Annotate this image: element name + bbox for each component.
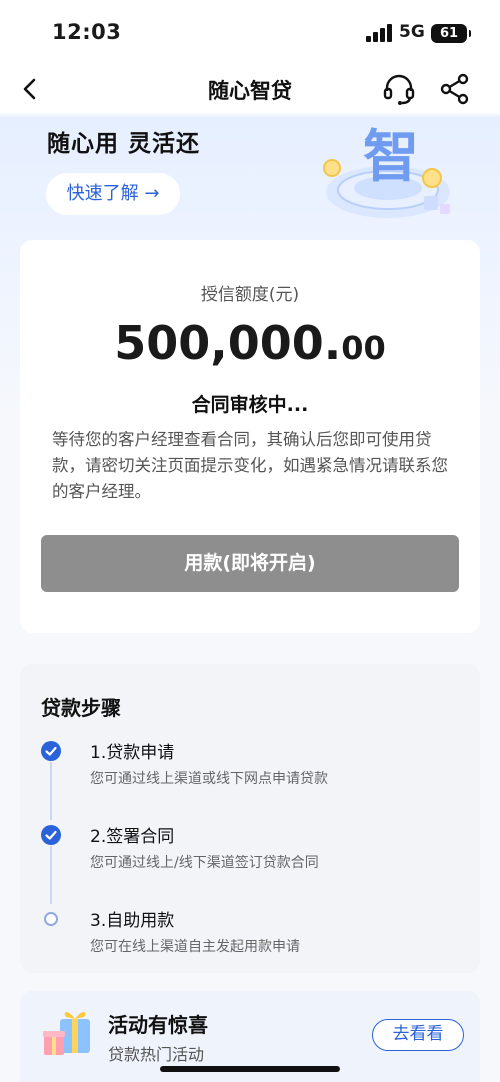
gift-icon bbox=[38, 1001, 98, 1061]
loan-steps-card: 贷款步骤 1.贷款申请 您可通过线上渠道或线下网点申请贷款 2.签署合同 您可通… bbox=[20, 664, 480, 973]
quick-learn-button[interactable]: 快速了解 → bbox=[46, 173, 180, 215]
step-title: 1.贷款申请 bbox=[90, 743, 175, 763]
step-item: 1.贷款申请 您可通过线上渠道或线下网点申请贷款 bbox=[40, 738, 460, 798]
status-description: 等待您的客户经理查看合同，其确认后您即可使用贷款，请密切关注页面提示变化，如遇紧… bbox=[52, 430, 448, 501]
share-icon[interactable] bbox=[436, 70, 474, 108]
step-item: 3.自助用款 您可在线上渠道自主发起用款申请 bbox=[40, 906, 460, 966]
check-icon bbox=[41, 825, 61, 845]
step-title: 3.自助用款 bbox=[90, 911, 175, 931]
step-title: 2.签署合同 bbox=[90, 827, 175, 847]
network-label: 5G bbox=[399, 22, 425, 42]
step-subtitle: 您可通过线上/线下渠道签订贷款合同 bbox=[90, 855, 319, 871]
battery-icon: 61 bbox=[431, 24, 471, 43]
promo-title: 活动有惊喜 bbox=[108, 1013, 208, 1037]
hero-glyph: 智 bbox=[363, 125, 419, 188]
hero-illustration: 智 bbox=[316, 116, 466, 230]
go-see-button[interactable]: 去看看 bbox=[372, 1019, 464, 1051]
signal-icon bbox=[366, 24, 394, 42]
credit-amount-decimal: 00 bbox=[341, 329, 386, 367]
status-time: 12:03 bbox=[52, 20, 122, 44]
hero-title: 随心用 灵活还 bbox=[47, 131, 201, 157]
credit-limit-label: 授信额度(元) bbox=[200, 285, 300, 305]
step-subtitle: 您可通过线上渠道或线下网点申请贷款 bbox=[90, 771, 328, 787]
status-bar: 12:03 5G 61 bbox=[0, 0, 500, 64]
use-loan-button[interactable]: 用款(即将开启) bbox=[41, 535, 459, 592]
nav-bar: 随心智贷 bbox=[0, 64, 500, 114]
credit-limit-amount: 500,000.00 bbox=[20, 316, 480, 370]
page-title: 随心智贷 bbox=[208, 79, 292, 103]
credit-amount-integer: 500,000. bbox=[114, 316, 342, 370]
credit-card: 授信额度(元) 500,000.00 合同审核中... 等待您的客户经理查看合同… bbox=[20, 240, 480, 633]
step-item: 2.签署合同 您可通过线上/线下渠道签订贷款合同 bbox=[40, 822, 460, 882]
promo-subtitle: 贷款热门活动 bbox=[108, 1045, 205, 1064]
contract-status: 合同审核中... bbox=[191, 394, 309, 416]
pending-circle-icon bbox=[44, 912, 58, 926]
check-icon bbox=[41, 741, 61, 761]
page: 12:03 5G 61 随心智贷 随心用 灵活还 快速了解 → 智 授信额度(元… bbox=[0, 0, 500, 1082]
step-subtitle: 您可在线上渠道自主发起用款申请 bbox=[90, 939, 300, 955]
headset-icon[interactable] bbox=[380, 70, 418, 108]
home-indicator[interactable] bbox=[160, 1066, 340, 1072]
steps-title: 贷款步骤 bbox=[41, 696, 121, 720]
